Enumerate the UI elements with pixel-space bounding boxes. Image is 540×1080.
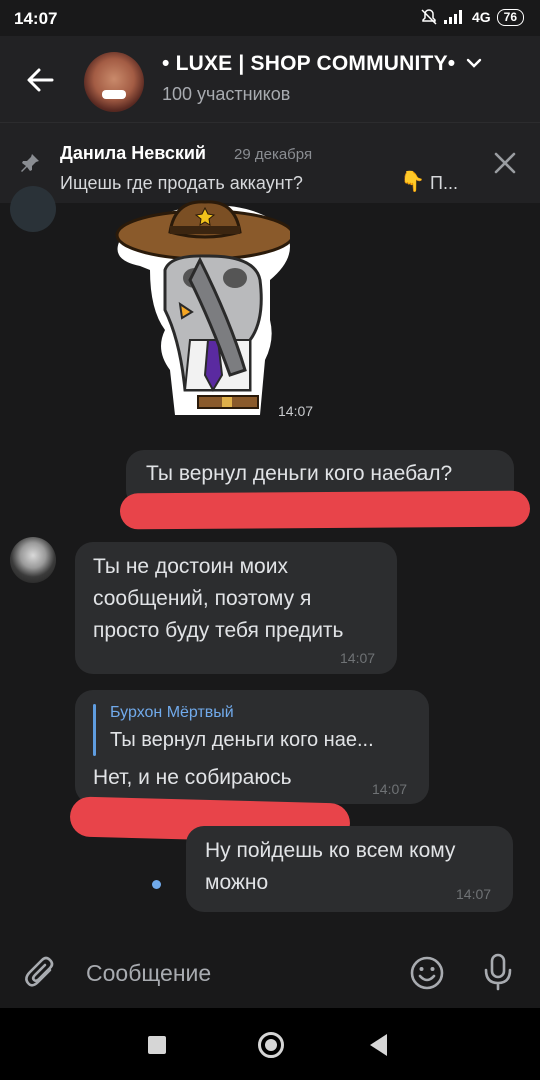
status-time: 14:07 [14,9,58,28]
pinned-message[interactable]: Данила Невский 29 декабря Ищешь где прод… [0,122,540,203]
chat-title[interactable]: • LUXE | SHOP COMMUNITY• [162,52,483,76]
status-indicators: 4G 76 [420,8,524,26]
message-text: Ты вернул деньги кого наебал? [146,462,453,485]
chevron-down-icon[interactable] [465,56,483,70]
reply-author[interactable]: Бурхон Мёртвый [110,704,234,722]
battery-icon: 76 [496,8,524,26]
chat-avatar[interactable] [84,52,144,112]
message-time: 14:07 [456,886,492,902]
network-type: 4G [471,9,491,25]
sender-avatar[interactable] [10,537,56,583]
microphone-icon[interactable] [480,952,516,992]
chat-subtitle: 100 участников [162,84,291,104]
smile-icon[interactable] [408,954,446,992]
sticker-time: 14:07 [278,403,314,419]
status-bar: 14:07 4G 76 [0,0,540,36]
system-back-button[interactable] [370,1034,387,1056]
pinned-author: Данила Невский [60,143,206,163]
message-time: 14:07 [340,650,376,666]
recent-apps-button[interactable] [148,1036,166,1054]
close-icon[interactable] [490,148,520,178]
pin-icon [21,154,39,172]
cowboy-bird-sticker[interactable] [110,200,290,422]
message-time: 14:07 [372,781,408,797]
unread-indicator [152,880,161,889]
message-input[interactable] [86,958,386,988]
paperclip-icon[interactable] [22,954,60,992]
message-text-line: Ты не достоин моих [93,555,288,578]
message-text-line: можно [205,871,269,894]
back-button[interactable] [18,58,62,102]
mute-icon [421,9,437,25]
redaction-scribble [119,490,531,530]
chat-header: • LUXE | SHOP COMMUNITY• 100 участников [0,36,540,122]
pinned-date: 29 декабря [234,146,313,163]
home-button[interactable] [258,1032,284,1058]
avatar[interactable] [10,186,56,232]
reply-text[interactable]: Ты вернул деньги кого нае... [110,729,374,752]
arrow-left-icon [27,68,54,92]
pointing-down-emoji: 👇 [400,171,425,193]
pinned-text-truncated: П... [430,173,458,193]
signal-icon [443,10,462,24]
reply-quote-bar [93,704,96,756]
message-composer [0,940,540,1006]
system-navigation-bar [0,1008,540,1080]
message-text-line: сообщений, поэтому я [93,587,312,610]
message-text: Нет, и не собираюсь [93,766,292,789]
message-text-line: просто буду тебя предить [93,619,344,642]
pinned-text: Ищешь где продать аккаунт? [60,173,303,193]
message-text-line: Ну пойдешь ко всем кому [205,839,456,862]
